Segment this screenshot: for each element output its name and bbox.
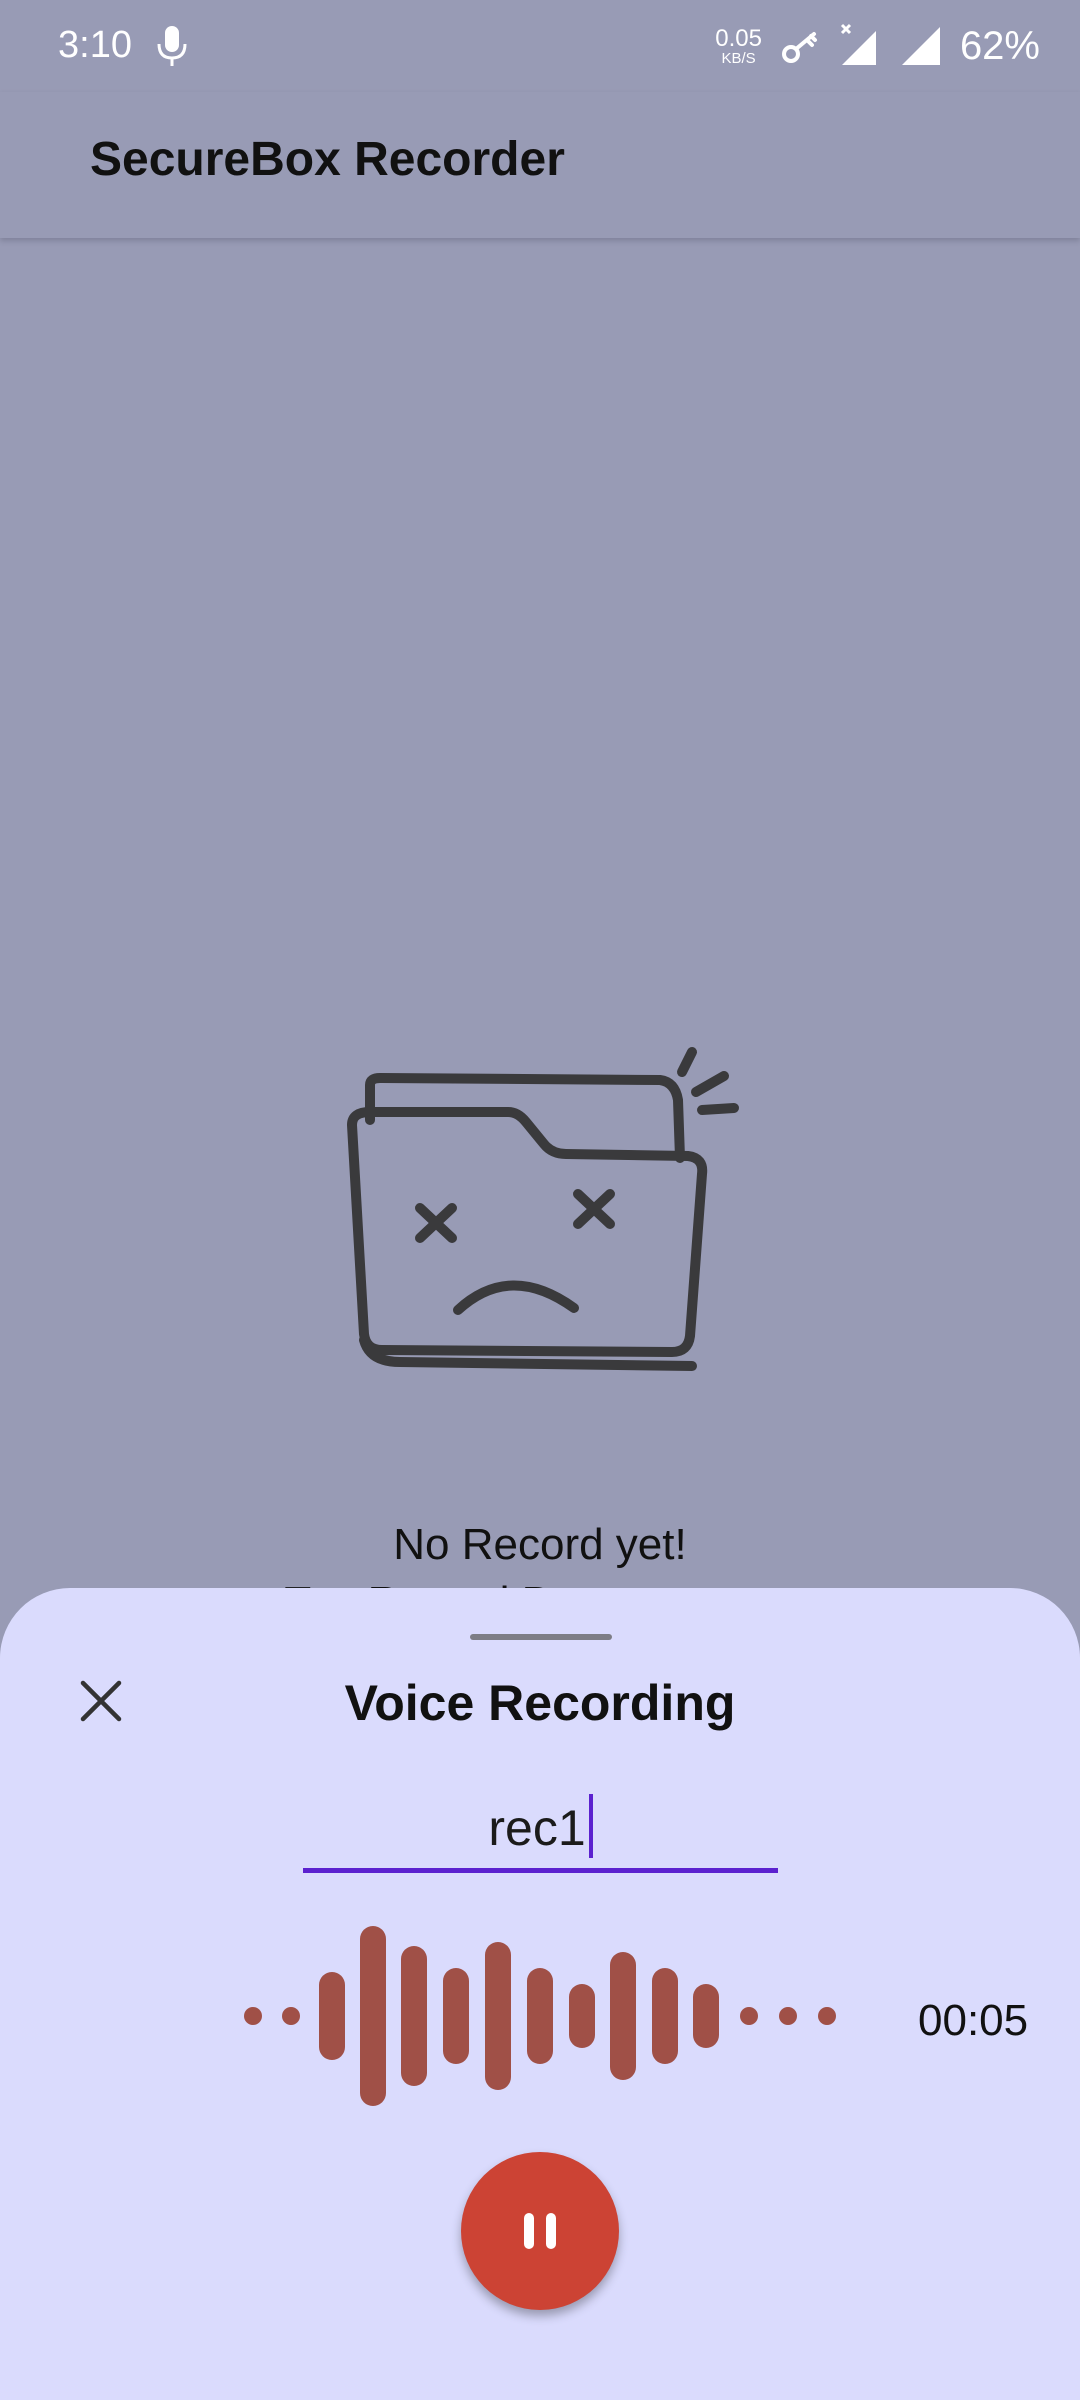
voice-recording-sheet: Voice Recording rec1 00:05: [0, 1588, 1080, 2400]
wave-dot: [779, 2007, 797, 2025]
vpn-key-icon: [781, 32, 817, 63]
recording-name-value[interactable]: rec1: [488, 1796, 585, 1868]
recording-timer: 00:05: [918, 1996, 1029, 2045]
wave-bar: [569, 1984, 595, 2048]
wave-bar: [443, 1968, 469, 2064]
sheet-title: Voice Recording: [344, 1675, 736, 1731]
signal-icon: [901, 27, 940, 65]
app-bar: SecureBox Recorder: [0, 92, 1080, 238]
mic-icon: [157, 26, 187, 66]
text-cursor: [588, 1794, 593, 1858]
drag-handle[interactable]: [470, 1634, 612, 1640]
pause-icon: [524, 2213, 556, 2249]
wave-bar: [485, 1942, 511, 2090]
waveform-visualizer: [244, 1926, 836, 2106]
wave-bar: [319, 1972, 345, 2060]
wave-dot: [244, 2007, 262, 2025]
status-time: 3:10: [58, 24, 132, 66]
wave-bar: [610, 1952, 636, 2080]
wave-dot: [282, 2007, 300, 2025]
signal-x-icon: [840, 23, 876, 65]
app-title: SecureBox Recorder: [90, 133, 565, 186]
empty-state-title: No Record yet!: [393, 1520, 687, 1569]
battery-percent: 62%: [959, 23, 1040, 68]
wave-bar: [652, 1968, 678, 2064]
wave-bar: [693, 1984, 719, 2048]
net-speed-unit: KB/S: [721, 49, 756, 67]
sad-folder-icon: [347, 1047, 739, 1371]
status-bar: 3:10 0.05 KB/S 62%: [0, 0, 1080, 92]
recording-name-input[interactable]: rec1: [303, 1788, 778, 1873]
wave-bar: [401, 1946, 427, 2086]
wave-bar: [527, 1968, 553, 2064]
pause-button[interactable]: [461, 2152, 619, 2310]
status-icons: 0.05 KB/S 62%: [715, 20, 1040, 72]
wave-dot: [818, 2007, 836, 2025]
net-speed-value: 0.05: [715, 24, 762, 52]
net-speed: 0.05 KB/S: [715, 24, 762, 67]
wave-bar: [360, 1926, 386, 2106]
wave-dot: [740, 2007, 758, 2025]
